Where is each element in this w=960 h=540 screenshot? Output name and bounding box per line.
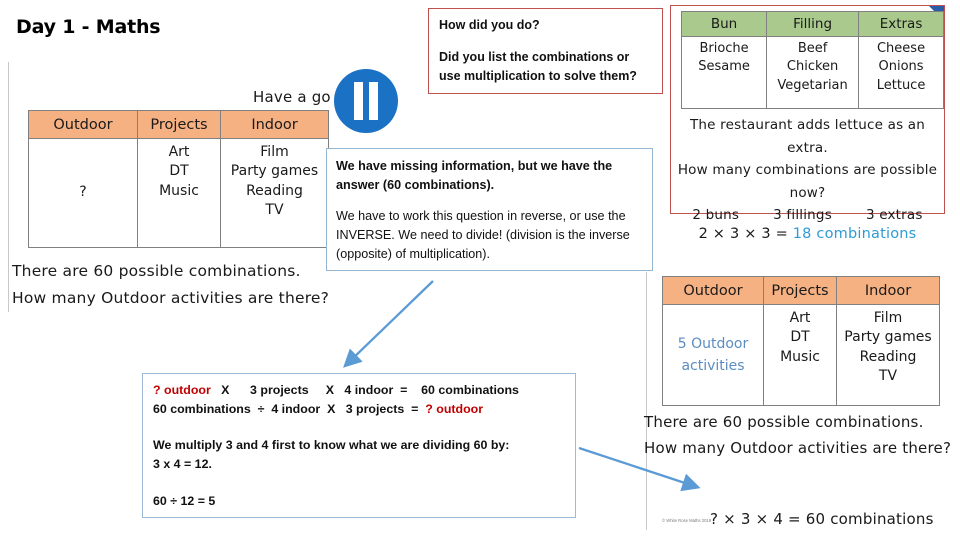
bun-item: Sesame (698, 59, 750, 75)
how-did-you-do-heading: How did you do? (439, 18, 540, 32)
answer-outdoor-projects-indoor-table: Outdoor Projects Indoor 5 Outdoor activi… (662, 276, 940, 406)
column-header-outdoor: Outdoor (662, 276, 764, 305)
table-header-row: Outdoor Projects Indoor (662, 276, 940, 305)
extras-item: Lettuce (876, 77, 926, 93)
answer-question-text: There are 60 possible combinations. How … (644, 410, 951, 462)
indoor-item: Party games (844, 329, 932, 346)
projects-item: Music (780, 348, 820, 365)
projects-item: DT (790, 329, 810, 346)
inverse-paragraph-1: We have missing information, but we have… (336, 159, 613, 192)
equation-line-2: 60 combinations ÷ 4 indoor X 3 projects … (153, 400, 565, 419)
table-row: ? Art DT Music Film Party games Reading … (28, 138, 329, 248)
filling-item: Beef (797, 41, 828, 56)
pause-icon[interactable] (333, 68, 399, 134)
indoor-item: TV (265, 201, 284, 218)
slide-canvas: Day 1 - Maths Have a go Outdoor Projects… (0, 0, 960, 540)
cell-outdoor: ? (28, 138, 138, 248)
column-header-filling: Filling (766, 11, 860, 37)
cell-projects: Art DT Music (763, 304, 837, 406)
cell-extras: Cheese Onions Lettuce (858, 36, 944, 109)
answer-equations: ? × 3 × 4 = 60 combinations ? × 12 = 60 … (710, 455, 938, 540)
answer-question-line-1: There are 60 possible combinations. (644, 413, 924, 431)
projects-item: Art (789, 310, 811, 326)
equation-line-1: ? outdoor X 3 projects X 4 indoor = 60 c… (153, 381, 565, 400)
count-buns: 2 buns (692, 206, 740, 223)
cell-indoor: Film Party games Reading TV (836, 304, 940, 406)
have-a-go-label: Have a go (253, 88, 331, 106)
left-question-text: There are 60 possible combinations. How … (12, 258, 329, 311)
outdoor-projects-indoor-table: Outdoor Projects Indoor ? Art DT Music F… (28, 110, 329, 248)
burger-equation-lhs: 2 × 3 × 3 = (698, 225, 793, 242)
table-header-row: Outdoor Projects Indoor (28, 110, 329, 139)
bun-item: Brioche (699, 41, 749, 56)
equation-1-rest: X 3 projects X 4 indoor = 60 combination… (210, 383, 519, 397)
filling-item: Chicken (786, 59, 839, 75)
column-header-extras: Extras (858, 11, 944, 37)
copyright-text: © White Rose Maths 2019 (662, 518, 712, 524)
inverse-explanation-box: We have missing information, but we have… (326, 148, 653, 271)
cell-filling: Beef Chicken Vegetarian (766, 36, 860, 109)
bun-filling-extras-table: Bun Filling Extras Brioche Sesame Beef C… (680, 11, 944, 109)
burger-question-text: The restaurant adds lettuce as an extra.… (671, 114, 944, 242)
indoor-item: TV (878, 367, 898, 384)
equation-2-unknown: ? outdoor (425, 402, 484, 417)
equation-1-unknown: ? outdoor (153, 383, 211, 397)
page-title: Day 1 - Maths (16, 16, 161, 38)
left-question-line-1: There are 60 possible combinations. (12, 262, 301, 280)
burger-counts-row: 2 buns 3 fillings 3 extras (671, 207, 944, 223)
indoor-item: Party games (230, 163, 319, 180)
indoor-item: Reading (859, 348, 917, 365)
answer-equation-rest: × 3 × 4 = 60 combinations (718, 509, 934, 528)
outdoor-unknown: ? (79, 184, 87, 201)
working-note-line-1: We multiply 3 and 4 first to know what w… (153, 438, 510, 453)
projects-item: DT (169, 163, 189, 180)
column-header-indoor: Indoor (836, 276, 940, 305)
cell-outdoor-answer: 5 Outdoor activities (662, 304, 764, 406)
outdoor-answer-line-1: 5 Outdoor (677, 335, 749, 352)
table-row: Brioche Sesame Beef Chicken Vegetarian C… (680, 36, 944, 109)
indoor-item: Film (873, 310, 903, 326)
column-header-bun: Bun (680, 11, 768, 37)
working-final-answer: 60 ÷ 12 = 5 (153, 494, 216, 509)
extras-item: Cheese (876, 41, 926, 56)
burger-equation: 2 × 3 × 3 = 18 combinations (671, 226, 944, 242)
outdoor-answer-line-2: activities (681, 358, 745, 374)
count-fillings: 3 fillings (773, 206, 832, 223)
column-header-indoor: Indoor (220, 110, 329, 139)
indoor-item: Reading (246, 182, 303, 199)
column-header-projects: Projects (763, 276, 837, 305)
count-extras: 3 extras (865, 206, 923, 223)
projects-item: Art (168, 144, 190, 160)
projects-item: Music (159, 182, 199, 199)
pause-icon-svg (334, 69, 398, 133)
table-row: 5 Outdoor activities Art DT Music Film P… (662, 304, 940, 406)
equation-2-lead: 60 combinations ÷ 4 indoor X 3 projects … (153, 402, 426, 417)
inverse-paragraph-2: We have to work this question in reverse… (336, 209, 630, 262)
table-header-row: Bun Filling Extras (680, 11, 944, 37)
indoor-item: Film (260, 144, 289, 160)
burger-text-line-2: How many combinations are possible now? (677, 162, 938, 202)
how-did-you-do-box: How did you do? Did you list the combina… (428, 8, 663, 94)
column-header-outdoor: Outdoor (28, 110, 138, 139)
answer-equation-row: ? × 3 × 4 = 60 combinations (710, 507, 938, 533)
how-did-you-do-body: Did you list the combinations or use mul… (439, 50, 637, 84)
working-note-line-2: 3 x 4 = 12. (153, 457, 212, 472)
left-worksheet-panel: Have a go Outdoor Projects Indoor ? Art … (8, 62, 338, 312)
working-out-box: ? outdoor X 3 projects X 4 indoor = 60 c… (142, 373, 576, 518)
extras-item: Onions (878, 59, 924, 75)
filling-item: Vegetarian (777, 77, 848, 93)
cell-projects: Art DT Music (137, 138, 221, 248)
left-question-line-2: How many Outdoor activities are there? (12, 288, 330, 307)
cell-bun: Brioche Sesame (680, 36, 768, 109)
cell-indoor: Film Party games Reading TV (220, 138, 329, 248)
burger-text-line-1: The restaurant adds lettuce as an extra. (689, 117, 926, 156)
answer-panel: Outdoor Projects Indoor 5 Outdoor activi… (640, 270, 960, 540)
burger-combinations-panel: Bun Filling Extras Brioche Sesame Beef C… (670, 5, 945, 242)
column-header-projects: Projects (137, 110, 221, 139)
burger-equation-answer: 18 combinations (792, 225, 917, 242)
arrow-inverse-to-working (343, 280, 434, 368)
